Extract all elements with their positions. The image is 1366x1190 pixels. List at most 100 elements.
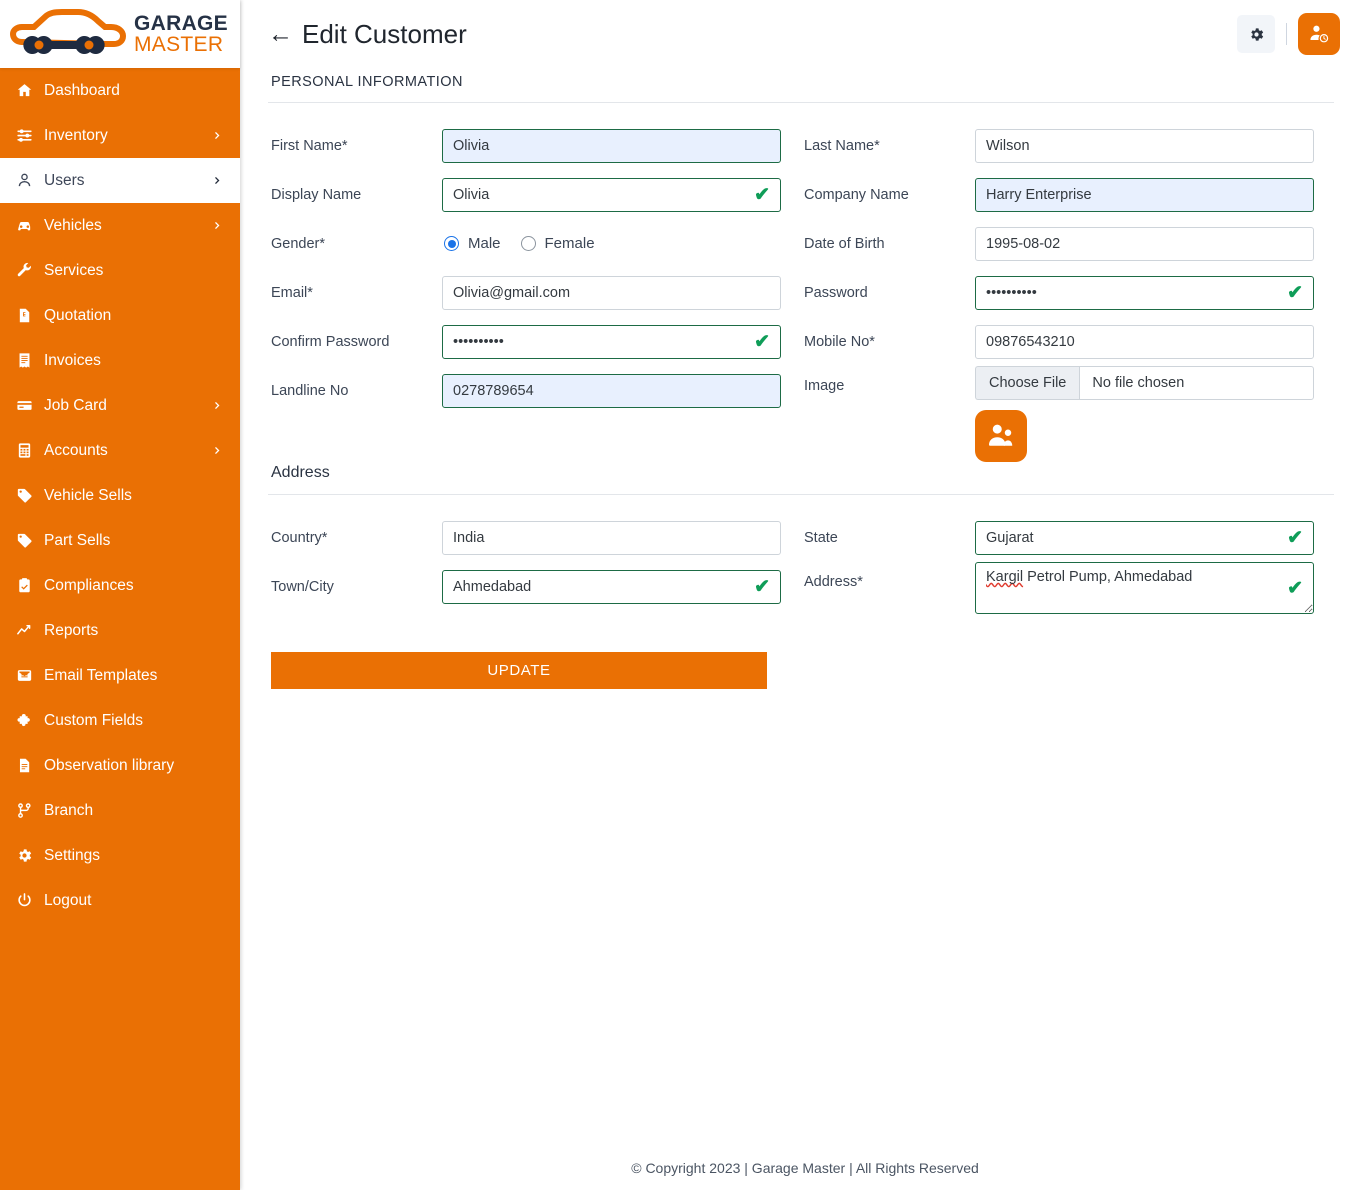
sidebar-item-label: Accounts [42, 442, 212, 460]
company-name-input[interactable] [975, 178, 1314, 212]
label-company-name: Company Name [801, 187, 975, 203]
address-column-right: State ✔ Address* Kargil Petrol Pump, Ahm… [801, 513, 1334, 622]
brand-logo[interactable]: GARAGE MASTER [0, 0, 240, 68]
sliders-icon [16, 127, 42, 144]
gender-female-label: Female [545, 235, 595, 252]
gear-icon [16, 847, 42, 864]
sidebar-item-job-card[interactable]: Job Card [0, 383, 240, 428]
field-date-of-birth: Date of Birth [801, 219, 1334, 268]
sidebar-item-accounts[interactable]: Accounts [0, 428, 240, 473]
image-file-input[interactable]: Choose File No file chosen [975, 366, 1314, 400]
sidebar-item-invoices[interactable]: Invoices [0, 338, 240, 383]
label-gender: Gender* [268, 236, 442, 252]
label-email: Email* [268, 285, 442, 301]
sidebar-item-email-templates[interactable]: Email Templates [0, 653, 240, 698]
country-input[interactable] [442, 521, 781, 555]
gear-icon [1248, 26, 1265, 43]
field-password: Password ✔ [801, 268, 1334, 317]
personal-information-heading: PERSONAL INFORMATION [268, 68, 1334, 102]
tag-icon [16, 487, 42, 504]
sidebar-item-label: Settings [42, 847, 224, 865]
topbar-actions [1237, 13, 1340, 55]
update-button[interactable]: UPDATE [271, 652, 767, 689]
field-town-city: Town/City ✔ [268, 562, 801, 611]
back-arrow-icon[interactable]: ← [268, 22, 293, 47]
form-column-left: First Name* Display Name ✔ Gender* [268, 121, 801, 426]
wrench-icon [16, 262, 42, 279]
last-name-input[interactable] [975, 129, 1314, 163]
landline-no-input[interactable] [442, 374, 781, 408]
sidebar-item-branch[interactable]: Branch [0, 788, 240, 833]
chevron-right-icon[interactable] [212, 400, 224, 411]
radio-female-icon[interactable] [521, 236, 536, 251]
customer-account-button[interactable] [1298, 13, 1340, 55]
sidebar-item-reports[interactable]: Reports [0, 608, 240, 653]
file-status-text: No file chosen [1079, 366, 1314, 400]
sidebar-item-part-sells[interactable]: Part Sells [0, 518, 240, 563]
topbar: ← Edit Customer [240, 0, 1366, 68]
town-city-input[interactable] [442, 570, 781, 604]
sidebar-item-settings[interactable]: Settings [0, 833, 240, 878]
sidebar-item-label: Branch [42, 802, 224, 820]
field-image: Image Choose File No file chosen [801, 366, 1334, 426]
label-display-name: Display Name [268, 187, 442, 203]
footer-copyright: © Copyright 2023 | Garage Master | All R… [240, 1160, 1366, 1190]
card-icon [16, 397, 42, 414]
sidebar-item-label: Custom Fields [42, 712, 224, 730]
sidebar-item-inventory[interactable]: Inventory [0, 113, 240, 158]
puzzle-icon [16, 712, 42, 729]
field-gender: Gender* Male Female [268, 219, 801, 268]
brand-line-1: GARAGE [134, 13, 228, 34]
confirm-password-input[interactable] [442, 325, 781, 359]
page-content: PERSONAL INFORMATION First Name* Display… [240, 68, 1366, 689]
address-textarea[interactable] [975, 562, 1314, 614]
label-country: Country* [268, 530, 442, 546]
home-icon [16, 82, 42, 99]
sidebar-item-label: Email Templates [42, 667, 224, 685]
chevron-right-icon[interactable] [212, 445, 224, 456]
gender-option-female[interactable]: Female [521, 235, 595, 252]
first-name-input[interactable] [442, 129, 781, 163]
display-name-input[interactable] [442, 178, 781, 212]
chevron-right-icon[interactable] [212, 220, 224, 231]
app-root: GARAGE MASTER DashboardInventoryUsersVeh… [0, 0, 1366, 1190]
image-preview-thumbnail[interactable] [975, 410, 1027, 462]
sidebar-item-compliances[interactable]: Compliances [0, 563, 240, 608]
sidebar: GARAGE MASTER DashboardInventoryUsersVeh… [0, 0, 240, 1190]
email-input[interactable] [442, 276, 781, 310]
field-display-name: Display Name ✔ [268, 170, 801, 219]
envelope-icon [16, 667, 42, 684]
state-input[interactable] [975, 521, 1314, 555]
topbar-divider [1286, 23, 1287, 45]
radio-male-icon[interactable] [444, 236, 459, 251]
label-date-of-birth: Date of Birth [801, 236, 975, 252]
sidebar-item-vehicle-sells[interactable]: Vehicle Sells [0, 473, 240, 518]
sidebar-item-custom-fields[interactable]: Custom Fields [0, 698, 240, 743]
date-of-birth-input[interactable] [975, 227, 1314, 261]
settings-button[interactable] [1237, 15, 1275, 53]
sidebar-nav: Dashboard Inventory UsersVehiclesServicesQ… [0, 68, 240, 923]
gender-option-male[interactable]: Male [444, 235, 501, 252]
chart-line-icon [16, 622, 42, 639]
sidebar-item-logout[interactable]: Logout [0, 878, 240, 923]
mobile-no-input[interactable] [975, 325, 1314, 359]
sidebar-item-label: Observation library [42, 757, 224, 775]
label-mobile-no: Mobile No* [801, 334, 975, 350]
sidebar-item-services[interactable]: Services [0, 248, 240, 293]
sidebar-item-label: Inventory [42, 127, 212, 145]
sidebar-item-users[interactable]: Users [0, 158, 240, 203]
choose-file-button[interactable]: Choose File [975, 366, 1079, 400]
chevron-right-icon[interactable] [212, 175, 224, 186]
address-column-left: Country* Town/City ✔ [268, 513, 801, 622]
field-company-name: Company Name [801, 170, 1334, 219]
sidebar-item-dashboard[interactable]: Dashboard [0, 68, 240, 113]
sidebar-item-vehicles[interactable]: Vehicles [0, 203, 240, 248]
chevron-right-icon[interactable] [212, 130, 224, 141]
field-address: Address* Kargil Petrol Pump, Ahmedabad ✔ [801, 562, 1334, 622]
calculator-icon [16, 442, 42, 459]
sidebar-item-observation-library[interactable]: Observation library [0, 743, 240, 788]
password-input[interactable] [975, 276, 1314, 310]
sidebar-item-quotation[interactable]: Quotation [0, 293, 240, 338]
file-icon [16, 757, 42, 774]
branch-icon [16, 802, 42, 819]
